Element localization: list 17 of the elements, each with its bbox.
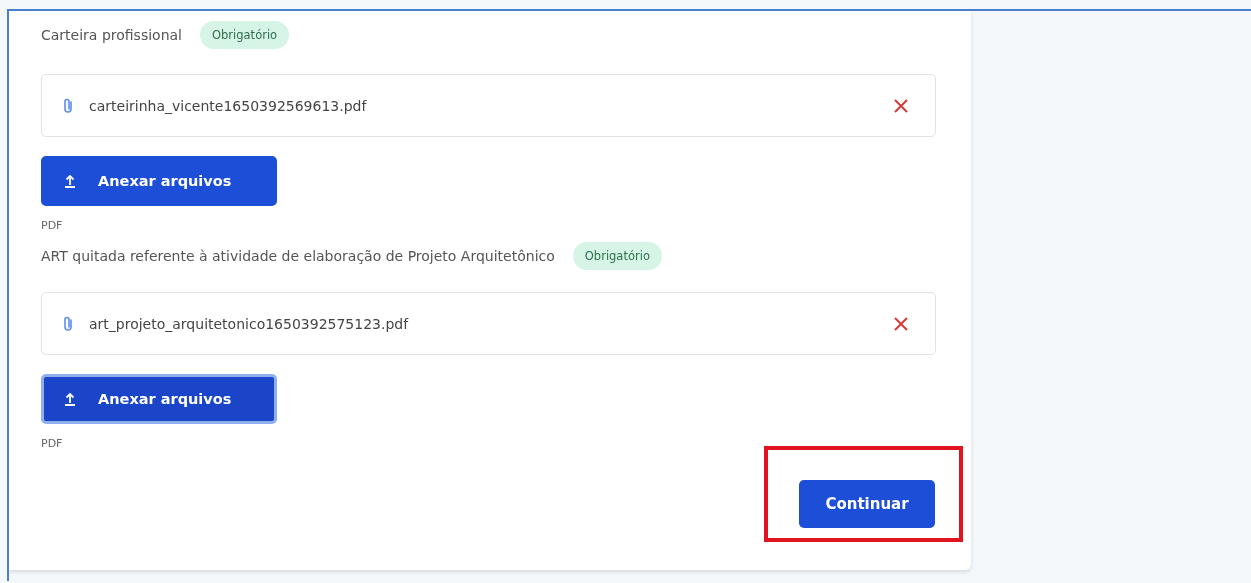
attach-files-button[interactable]: Anexar arquivos <box>41 374 277 424</box>
upload-icon <box>64 392 76 406</box>
file-name: art_projeto_arquitetonico1650392575123.pdf <box>89 315 410 332</box>
file-name: carteirinha_vicente1650392569613.pdf <box>89 97 368 114</box>
file-type-hint: PDF <box>41 437 64 450</box>
document-label: Carteira profissional <box>41 27 182 43</box>
continue-button[interactable]: Continuar <box>799 480 935 528</box>
document-label: ART quitada referente à atividade de elaboração de Projeto Arquitetônico <box>41 248 555 264</box>
required-badge: Obrigatório <box>572 242 662 270</box>
required-badge: Obrigatório <box>200 21 290 49</box>
close-icon <box>893 97 909 114</box>
paperclip-icon <box>62 97 74 114</box>
attach-files-button[interactable]: Anexar arquivos <box>41 156 277 206</box>
paperclip-icon <box>62 315 74 332</box>
upload-icon <box>64 174 76 188</box>
close-icon <box>893 315 909 332</box>
file-type-hint: PDF <box>41 219 64 232</box>
